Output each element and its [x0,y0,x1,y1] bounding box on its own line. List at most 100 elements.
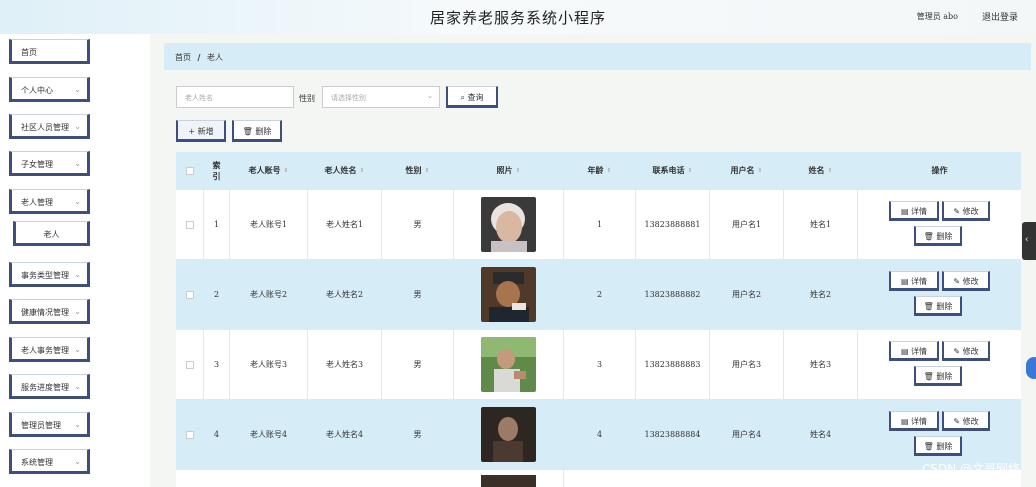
chevron-down-icon: ⌄ [74,122,81,131]
elderly-photo[interactable] [481,197,536,252]
sort-icon: ⇕ [515,167,521,174]
select-all-checkbox[interactable] [185,166,194,175]
cell-age: 1 [564,190,636,259]
row-checkbox[interactable] [185,220,194,229]
floating-help-button[interactable] [1026,357,1036,379]
column-header[interactable]: 索引 [204,152,230,189]
edit-label: 修改 [962,347,979,356]
column-header[interactable]: 联系电话 ⇕ [636,152,710,189]
delete-button[interactable]: 🗑 删除 [914,436,962,456]
gender-placeholder: 请选择性别 [331,94,366,102]
elderly-photo[interactable] [481,407,536,462]
collapse-tab[interactable]: ‹ [1022,222,1036,260]
cell-account: 老人账号2 [230,260,308,329]
detail-button[interactable]: ▤ 详情 [889,411,939,431]
query-button[interactable]: ⌕ 查询 [446,86,498,108]
cell-realname: 姓名4 [784,400,858,469]
trash-icon: 🗑 [923,372,937,381]
cell-realname: 姓名3 [784,330,858,399]
column-header[interactable]: 用户名 ⇕ [710,152,784,189]
cell-photo [454,260,564,329]
chevron-left-icon: ‹ [1025,235,1029,245]
edit-icon: ✎ [953,347,963,356]
trash-icon: 🗑 [923,442,937,451]
column-label: 操作 [931,165,948,175]
detail-button[interactable]: ▤ 详情 [889,341,939,361]
sidebar-item-service-progress[interactable]: 服务进度管理 ⌄ [9,374,90,399]
sidebar-item-label: 老人管理 [21,198,53,207]
edit-button[interactable]: ✎ 修改 [942,271,990,291]
elderly-photo[interactable] [481,475,536,487]
sidebar-item-community-staff[interactable]: 社区人员管理 ⌄ [9,114,90,139]
cell-account: 老人账号3 [230,330,308,399]
cell-name: 老人姓名2 [308,260,382,329]
cell-phone: 13823888881 [636,190,710,259]
cell-actions: ▤ 详情 ✎ 修改 🗑 删除 [858,330,1021,399]
sidebar-item-children[interactable]: 子女管理 ⌄ [9,151,90,176]
column-header[interactable]: 年龄 ⇕ [564,152,636,189]
sort-icon: ⇕ [827,167,833,174]
delete-button[interactable]: 🗑 删除 [914,366,962,386]
sidebar-item-label: 个人中心 [21,86,53,95]
gender-select[interactable]: 请选择性别 ⌄ [322,86,440,108]
select-all-cell [176,152,204,189]
sidebar-item-health[interactable]: 健康情况管理 ⌄ [9,299,90,324]
add-button[interactable]: + 新增 [176,120,226,142]
row-select-cell [176,400,204,469]
cell-gender: 男 [382,400,454,469]
column-header[interactable]: 老人姓名 ⇕ [308,152,382,189]
elderly-name-input[interactable]: 老人姓名 [176,86,294,108]
batch-delete-button[interactable]: 🗑 删除 [232,120,282,142]
cell-phone: 13823888883 [636,330,710,399]
cell-photo [454,400,564,469]
delete-label: 删除 [936,302,953,311]
column-header[interactable]: 老人账号 ⇕ [230,152,308,189]
chevron-down-icon: ⌄ [74,307,81,316]
elderly-photo[interactable] [481,337,536,392]
column-header[interactable]: 性别 ⇕ [382,152,454,189]
cell-gender: 男 [382,260,454,329]
detail-label: 详情 [911,417,928,426]
detail-button[interactable]: ▤ 详情 [889,271,939,291]
column-header[interactable]: 照片 ⇕ [454,152,564,189]
breadcrumb-home[interactable]: 首页 [175,53,191,62]
chevron-down-icon: ⌄ [74,197,81,206]
cell-username: 用户名2 [710,260,784,329]
table-header-row: 索引 老人账号 ⇕ 老人姓名 ⇕ 性别 ⇕ 照片 ⇕ 年龄 ⇕ 联系电话 ⇕ 用户名 ⇕ 姓名… [176,152,1021,190]
column-label: 索引 [212,159,221,181]
sidebar-item-elderly[interactable]: 老人管理 ⌄ [9,189,90,214]
edit-button[interactable]: ✎ 修改 [942,341,990,361]
sidebar-item-label: 服务进度管理 [21,383,69,392]
breadcrumb-current: 老人 [207,53,224,62]
sidebar-item-affair-type[interactable]: 事务类型管理 ⌄ [9,262,90,287]
row-checkbox[interactable] [185,290,194,299]
cell-index: 3 [204,330,230,399]
sidebar-item-system[interactable]: 系统管理 ⌄ [9,449,90,474]
row-checkbox[interactable] [185,360,194,369]
delete-button[interactable]: 🗑 删除 [914,296,962,316]
sidebar-item-label: 首页 [21,48,37,57]
elderly-photo[interactable] [481,267,536,322]
cell-realname: 姓名2 [784,260,858,329]
delete-button[interactable]: 🗑 删除 [914,226,962,246]
cell-age: 3 [564,330,636,399]
edit-button[interactable]: ✎ 修改 [942,201,990,221]
sidebar-subitem-elderly[interactable]: 老人 [13,221,90,246]
sidebar-item-home[interactable]: 首页 [9,39,90,64]
sidebar-item-admins[interactable]: 管理员管理 ⌄ [9,412,90,437]
chevron-down-icon: ⌄ [74,270,81,279]
detail-button[interactable]: ▤ 详情 [889,201,939,221]
detail-label: 详情 [911,207,928,216]
edit-icon: ✎ [953,207,963,216]
top-bar: 居家养老服务系统小程序 管理员 abo 退出登录 [0,0,1036,34]
row-checkbox[interactable] [185,430,194,439]
logout-link[interactable]: 退出登录 [982,10,1018,23]
table-row [176,470,1021,487]
column-label: 老人姓名 [324,165,357,175]
cell-actions: ▤ 详情 ✎ 修改 🗑 删除 [858,400,1021,469]
sidebar-item-label: 事务类型管理 [21,271,69,280]
edit-button[interactable]: ✎ 修改 [942,411,990,431]
column-header[interactable]: 姓名 ⇕ [784,152,858,189]
sidebar-item-profile[interactable]: 个人中心 ⌄ [9,77,90,102]
sidebar-item-elderly-affairs[interactable]: 老人事务管理 ⌄ [9,337,90,362]
